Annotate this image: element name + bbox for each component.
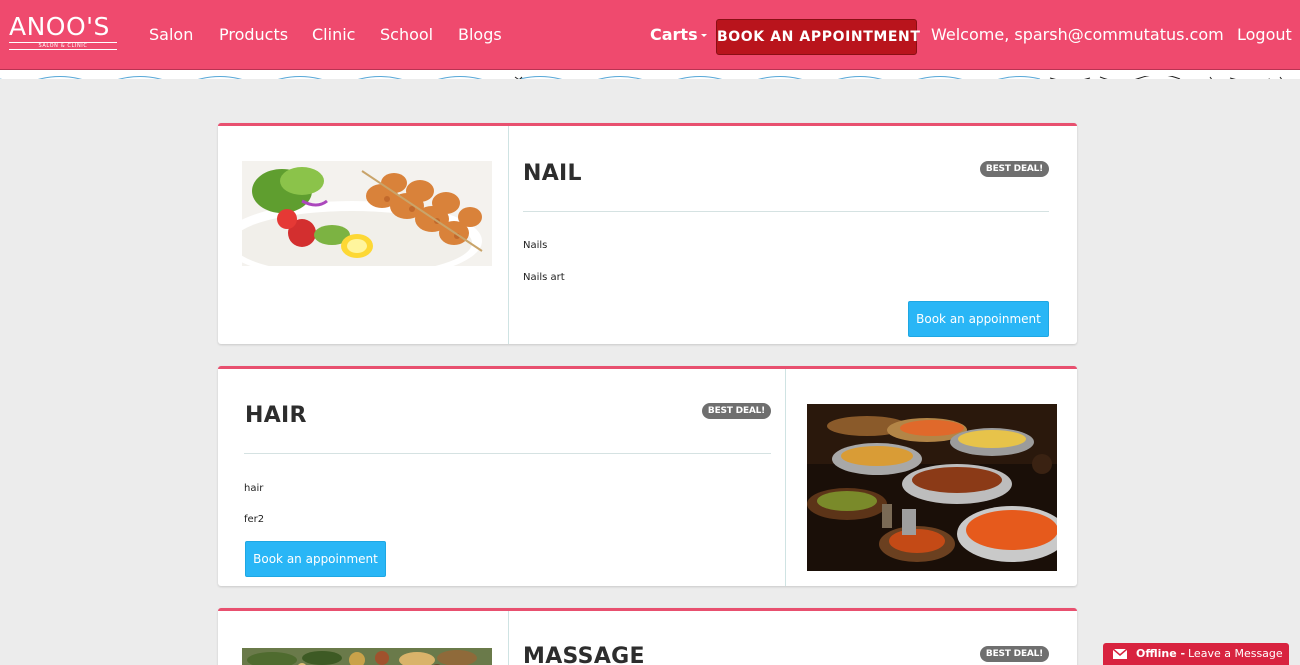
book-appointment-button[interactable]: BOOK AN APPOINTMENT: [716, 19, 920, 55]
title-separator: [244, 453, 771, 454]
carts-label: Carts: [650, 25, 698, 44]
header-doodle-banner: [0, 70, 1300, 79]
service-line: fer2: [244, 514, 265, 525]
brand-logo[interactable]: ANOO'S SALON & CLINIC: [9, 14, 121, 50]
chat-status: Offline -: [1136, 647, 1186, 660]
carts-dropdown[interactable]: Carts: [650, 26, 707, 44]
book-appointment-nail-button[interactable]: Book an appoinment: [908, 301, 1049, 337]
service-line: hair: [244, 483, 264, 494]
nav-link-school[interactable]: School: [380, 26, 433, 44]
nav-link-clinic[interactable]: Clinic: [312, 26, 355, 44]
welcome-user-link[interactable]: Welcome, sparsh@commutatus.com: [931, 26, 1224, 44]
service-image-nail: [242, 161, 492, 266]
service-card-massage: MASSAGE BEST DEAL!: [218, 608, 1077, 665]
service-card-nail: NAIL BEST DEAL! Nails Nails art Book an …: [218, 123, 1077, 344]
service-title: MASSAGE: [523, 644, 645, 665]
logo-text: ANOO'S: [9, 12, 110, 41]
service-image-massage: [242, 648, 492, 665]
nav-link-salon[interactable]: Salon: [149, 26, 193, 44]
best-deal-badge: BEST DEAL!: [702, 403, 771, 419]
card-divider: [785, 369, 786, 586]
service-title: NAIL: [523, 161, 582, 186]
best-deal-badge: BEST DEAL!: [980, 161, 1049, 177]
offline-chat-tab[interactable]: Offline - Leave a Message: [1103, 643, 1289, 665]
logout-link[interactable]: Logout: [1237, 26, 1292, 44]
service-line: Nails: [523, 240, 548, 251]
caret-down-icon: [700, 34, 707, 37]
nav-link-blogs[interactable]: Blogs: [458, 26, 502, 44]
title-separator: [523, 211, 1049, 212]
book-appointment-hair-button[interactable]: Book an appoinment: [245, 541, 386, 577]
service-image-hair: [807, 404, 1057, 571]
service-title: HAIR: [245, 403, 307, 428]
best-deal-badge: BEST DEAL!: [980, 646, 1049, 662]
card-divider: [508, 126, 509, 344]
top-navbar: ANOO'S SALON & CLINIC Salon Products Cli…: [0, 0, 1300, 70]
envelope-icon: [1113, 649, 1127, 659]
logo-subtitle: SALON & CLINIC: [9, 42, 117, 50]
service-card-hair: HAIR BEST DEAL! hair fer2 Book an appoin…: [218, 366, 1077, 586]
nav-link-products[interactable]: Products: [219, 26, 288, 44]
card-divider: [508, 611, 509, 665]
service-line: Nails art: [523, 272, 565, 283]
chat-message-label: Leave a Message: [1188, 647, 1283, 660]
